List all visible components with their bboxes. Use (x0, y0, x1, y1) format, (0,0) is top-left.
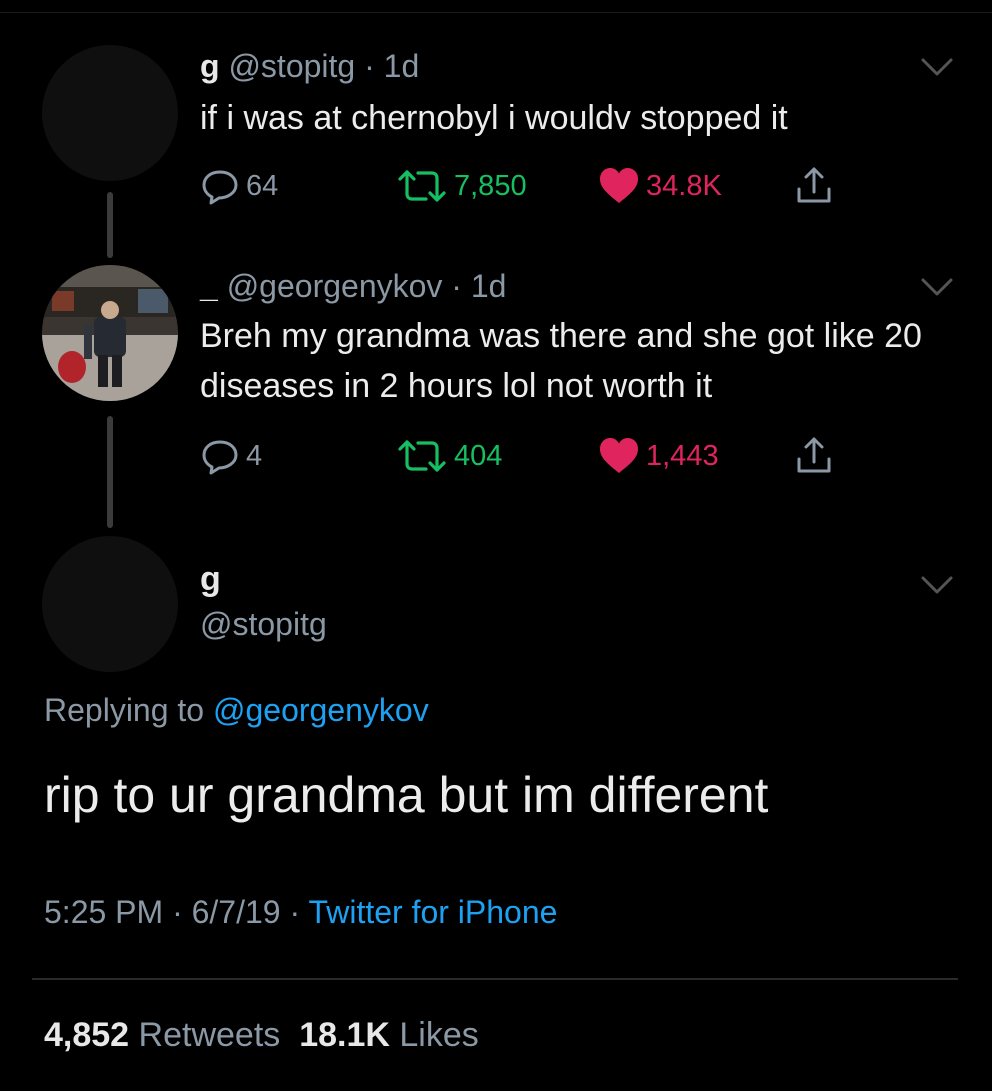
top-border (0, 12, 992, 13)
avatar[interactable] (42, 265, 178, 401)
like-button[interactable]: 1,443 (598, 434, 719, 478)
replying-mention-link[interactable]: @georgenykov (213, 692, 429, 728)
like-button[interactable]: 34.8K (598, 164, 722, 208)
chevron-down-icon[interactable] (920, 56, 954, 78)
retweet-icon (398, 170, 446, 202)
share-icon (797, 167, 831, 203)
tweet-time: 1d (470, 268, 507, 304)
main-author-handle[interactable]: @stopitg (200, 606, 327, 643)
likes-stat[interactable]: 18.1K Likes (299, 1016, 479, 1054)
avatar[interactable] (42, 45, 178, 181)
reply-button[interactable]: 4 (200, 434, 262, 478)
author-name[interactable]: _ (200, 268, 218, 304)
tweet-header: _ @georgenykov · 1d (200, 266, 506, 306)
tweet-source-link[interactable]: Twitter for iPhone (308, 894, 557, 930)
retweets-stat[interactable]: 4,852 Retweets (44, 1016, 280, 1054)
like-count: 1,443 (646, 439, 719, 472)
avatar[interactable] (42, 536, 178, 672)
like-total: 18.1K (299, 1016, 390, 1054)
replying-prefix: Replying to (44, 692, 205, 728)
separator: · (451, 268, 462, 304)
main-author-name[interactable]: g (200, 560, 221, 599)
author-name[interactable]: g (200, 48, 220, 84)
divider (32, 978, 958, 980)
retweet-total: 4,852 (44, 1016, 130, 1054)
main-tweet-text: rip to ur grandma but im different (44, 767, 769, 823)
author-handle[interactable]: @georgenykov (227, 268, 443, 304)
heart-icon (600, 168, 638, 203)
share-button[interactable] (794, 164, 834, 208)
share-icon (797, 437, 831, 473)
thread-line (107, 192, 113, 258)
avatar-photo (42, 265, 178, 401)
tweet-timestamp: 5:25 PM (44, 894, 164, 930)
retweet-button[interactable]: 404 (396, 434, 502, 478)
retweet-count: 404 (454, 439, 503, 472)
tweet-time: 1d (383, 48, 420, 84)
retweet-button[interactable]: 7,850 (396, 164, 527, 208)
tweet-header: g @stopitg · 1d (200, 46, 419, 86)
chevron-down-icon[interactable] (920, 276, 954, 298)
tweet-text: if i was at chernobyl i wouldv stopped i… (200, 99, 788, 137)
reply-icon (202, 440, 238, 475)
replying-to: Replying to @georgenykov (44, 692, 429, 729)
tweet-text: Breh my grandma was there and she got li… (200, 317, 922, 405)
reply-count: 4 (246, 439, 263, 472)
separator: · (289, 894, 301, 930)
author-handle[interactable]: @stopitg (228, 48, 355, 84)
like-count: 34.8K (646, 169, 722, 202)
tweet-stats: 4,852 Retweets 18.1K Likes (44, 1016, 479, 1055)
share-button[interactable] (794, 434, 834, 478)
likes-label: Likes (399, 1016, 479, 1054)
reply-button[interactable]: 64 (200, 164, 278, 208)
retweet-count: 7,850 (454, 169, 527, 202)
heart-icon (600, 438, 638, 473)
reply-count: 64 (246, 169, 279, 202)
retweets-label: Retweets (138, 1016, 281, 1054)
thread-line (107, 416, 113, 528)
tweet-meta: 5:25 PM · 6/7/19 · Twitter for iPhone (44, 894, 557, 931)
separator: · (172, 894, 183, 930)
retweet-icon (398, 440, 446, 472)
chevron-down-icon[interactable] (920, 574, 954, 596)
reply-icon (202, 170, 238, 205)
tweet-date: 6/7/19 (191, 894, 281, 930)
separator: · (364, 48, 375, 84)
